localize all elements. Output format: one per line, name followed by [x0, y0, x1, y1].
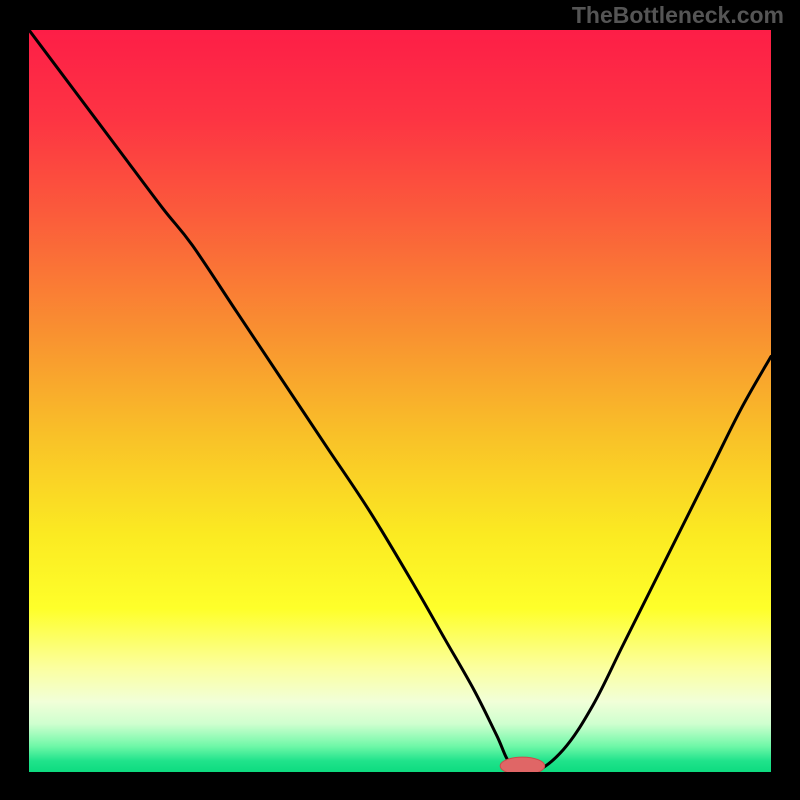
gradient-background — [29, 30, 771, 772]
attribution-watermark: TheBottleneck.com — [572, 2, 784, 29]
chart-frame: TheBottleneck.com — [0, 0, 800, 800]
bottleneck-chart — [29, 30, 771, 772]
optimal-point-marker — [500, 757, 545, 772]
